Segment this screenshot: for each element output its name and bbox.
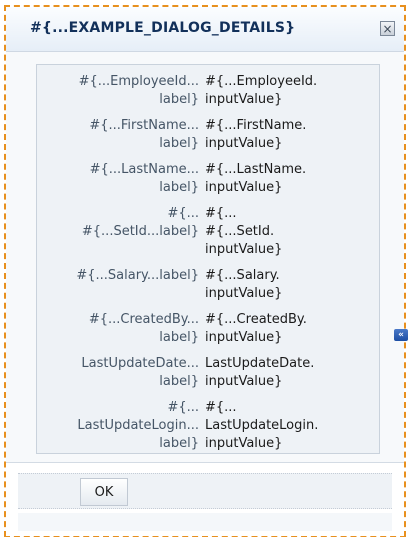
field-value: #{...FirstName. inputValue}	[205, 118, 307, 151]
field-value: LastUpdateDate. inputValue}	[205, 356, 315, 389]
dialog: #{...EXAMPLE_DIALOG_DETAILS} × #{...Empl…	[4, 5, 406, 537]
details-panel: #{...EmployeeId... label} #{...EmployeeI…	[36, 64, 380, 454]
field-label: LastUpdateDate... label}	[81, 356, 199, 389]
dialog-titlebar: #{...EXAMPLE_DIALOG_DETAILS} ×	[6, 7, 404, 52]
dialog-body: #{...EmployeeId... label} #{...EmployeeI…	[6, 52, 404, 462]
field-value: #{... #{...SetId. inputValue}	[205, 206, 283, 257]
button-bar: OK	[18, 473, 392, 509]
field-value: #{... LastUpdateLogin. inputValue}	[205, 400, 319, 451]
field-list: #{...EmployeeId... label} #{...EmployeeI…	[37, 73, 379, 461]
footer-strip	[18, 513, 392, 531]
close-icon[interactable]: ×	[380, 21, 395, 36]
field-value: #{...LastName. inputValue}	[205, 162, 307, 195]
field-row-last-update-date: LastUpdateDate... label} LastUpdateDate.…	[37, 355, 379, 391]
field-label: #{...Salary...label}	[76, 268, 199, 283]
field-value: #{...EmployeeId. inputValue}	[205, 74, 318, 107]
field-row-created-by: #{...CreatedBy... label} #{...CreatedBy.…	[37, 311, 379, 347]
field-row-last-name: #{...LastName... label} #{...LastName. i…	[37, 161, 379, 197]
field-label: #{...CreatedBy... label}	[88, 312, 199, 345]
field-label: #{...LastName... label}	[89, 162, 199, 195]
field-value: #{...Salary. inputValue}	[205, 268, 283, 301]
field-label: #{...FirstName... label}	[89, 118, 199, 151]
field-row-set-id: #{... #{...SetId...label} #{... #{...Set…	[37, 205, 379, 259]
field-value: #{...CreatedBy. inputValue}	[205, 312, 307, 345]
ok-button[interactable]: OK	[80, 478, 128, 506]
dialog-footer: OK	[6, 462, 404, 536]
field-label: #{...EmployeeId... label}	[78, 74, 199, 107]
field-label: #{... LastUpdateLogin... label}	[77, 400, 199, 451]
field-row-last-update-login: #{... LastUpdateLogin... label} #{... La…	[37, 399, 379, 453]
field-row-first-name: #{...FirstName... label} #{...FirstName.…	[37, 117, 379, 153]
double-chevron-left-icon[interactable]: «	[394, 329, 408, 341]
field-row-employee-id: #{...EmployeeId... label} #{...EmployeeI…	[37, 73, 379, 109]
field-row-salary: #{...Salary...label} #{...Salary. inputV…	[37, 267, 379, 303]
dialog-title: #{...EXAMPLE_DIALOG_DETAILS}	[30, 20, 296, 36]
field-label: #{... #{...SetId...label}	[81, 206, 199, 239]
